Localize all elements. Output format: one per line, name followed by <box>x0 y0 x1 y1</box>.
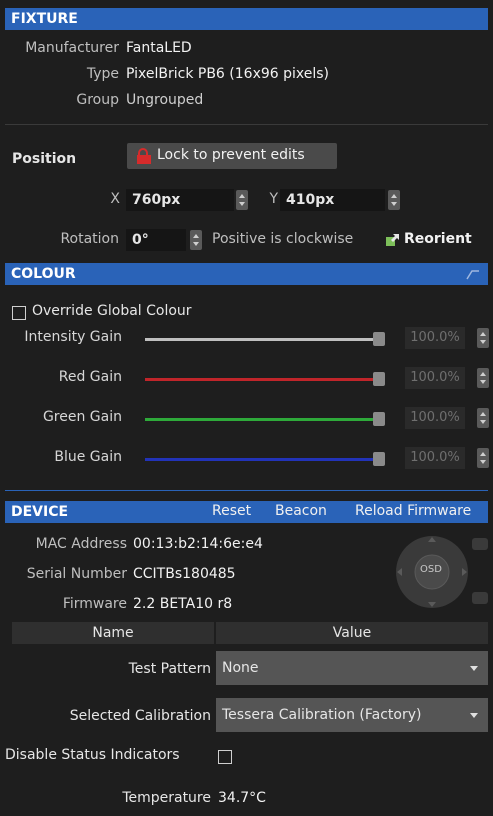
type-value: PixelBrick PB6 (16x96 pixels) <box>126 66 330 82</box>
x-label: X <box>110 191 120 207</box>
temperature-value: 34.7°C <box>218 790 266 806</box>
osd-label: OSD <box>420 564 442 575</box>
lock-button-label: Lock to prevent edits <box>157 147 305 163</box>
firmware-value: 2.2 BETA10 r8 <box>133 596 233 612</box>
serial-value: CCITBs180485 <box>133 566 236 582</box>
divider <box>5 124 488 125</box>
manufacturer-value: FantaLED <box>126 40 192 56</box>
group-value: Ungrouped <box>126 92 204 108</box>
gain-value-field[interactable]: 100.0% <box>405 447 465 469</box>
osd-control[interactable]: OSD <box>392 532 472 612</box>
gain-slider[interactable] <box>145 338 385 341</box>
reset-button[interactable]: Reset <box>212 503 251 519</box>
slider-handle[interactable] <box>373 412 385 426</box>
test-pattern-label: Test Pattern <box>128 661 211 677</box>
y-label: Y <box>269 191 278 207</box>
gain-slider[interactable] <box>145 418 385 421</box>
collapse-icon[interactable] <box>466 269 480 281</box>
x-stepper[interactable] <box>236 190 248 210</box>
rotation-label: Rotation <box>60 231 119 247</box>
gain-value-field[interactable]: 100.0% <box>405 327 465 349</box>
slider-handle[interactable] <box>373 452 385 466</box>
divider <box>5 490 488 491</box>
table-header-value: Value <box>216 622 488 644</box>
gain-label: Blue Gain <box>54 449 122 465</box>
gain-slider[interactable] <box>145 378 385 381</box>
y-input[interactable]: 410px <box>280 189 385 211</box>
gain-label: Green Gain <box>42 409 122 425</box>
reload-firmware-button[interactable]: Reload Firmware <box>355 503 471 519</box>
type-label: Type <box>86 66 119 82</box>
temperature-label: Temperature <box>122 790 211 806</box>
override-label: Override Global Colour <box>32 303 192 319</box>
manufacturer-label: Manufacturer <box>25 40 119 56</box>
table-header-name: Name <box>12 622 214 644</box>
position-label: Position <box>12 151 77 167</box>
lock-button[interactable]: Lock to prevent edits <box>127 143 337 169</box>
calibration-label: Selected Calibration <box>69 708 211 724</box>
mac-label: MAC Address <box>35 536 127 552</box>
test-pattern-value: None <box>222 660 259 676</box>
test-pattern-select[interactable]: None <box>216 651 488 685</box>
gain-stepper[interactable] <box>477 408 489 428</box>
slider-handle[interactable] <box>373 372 385 386</box>
override-checkbox[interactable] <box>12 306 26 320</box>
mac-value: 00:13:b2:14:6e:e4 <box>133 536 263 552</box>
chevron-down-icon <box>470 666 478 671</box>
group-label: Group <box>76 92 119 108</box>
reorient-icon <box>386 234 399 246</box>
gain-stepper[interactable] <box>477 368 489 388</box>
osd-side-button[interactable] <box>472 538 488 550</box>
fixture-header: FIXTURE <box>5 8 488 30</box>
y-stepper[interactable] <box>388 190 400 210</box>
calibration-select[interactable]: Tessera Calibration (Factory) <box>216 698 488 732</box>
rotation-input[interactable]: 0° <box>126 229 186 251</box>
rotation-hint: Positive is clockwise <box>212 231 354 247</box>
slider-handle[interactable] <box>373 332 385 346</box>
gain-stepper[interactable] <box>477 448 489 468</box>
gain-value-field[interactable]: 100.0% <box>405 407 465 429</box>
gain-stepper[interactable] <box>477 328 489 348</box>
calibration-value: Tessera Calibration (Factory) <box>222 707 422 723</box>
disable-status-label: Disable Status Indicators <box>5 747 180 763</box>
beacon-button[interactable]: Beacon <box>275 503 327 519</box>
reorient-label: Reorient <box>404 231 472 247</box>
firmware-label: Firmware <box>62 596 127 612</box>
disable-status-checkbox[interactable] <box>218 750 232 764</box>
gain-label: Red Gain <box>58 369 122 385</box>
x-input[interactable]: 760px <box>126 189 234 211</box>
chevron-down-icon <box>470 713 478 718</box>
serial-label: Serial Number <box>26 566 127 582</box>
gain-value-field[interactable]: 100.0% <box>405 367 465 389</box>
gain-label: Intensity Gain <box>24 329 122 345</box>
padlock-icon <box>137 148 151 164</box>
gain-slider[interactable] <box>145 458 385 461</box>
rotation-stepper[interactable] <box>190 230 202 250</box>
osd-side-button[interactable] <box>472 592 488 604</box>
colour-header: COLOUR <box>5 263 488 285</box>
